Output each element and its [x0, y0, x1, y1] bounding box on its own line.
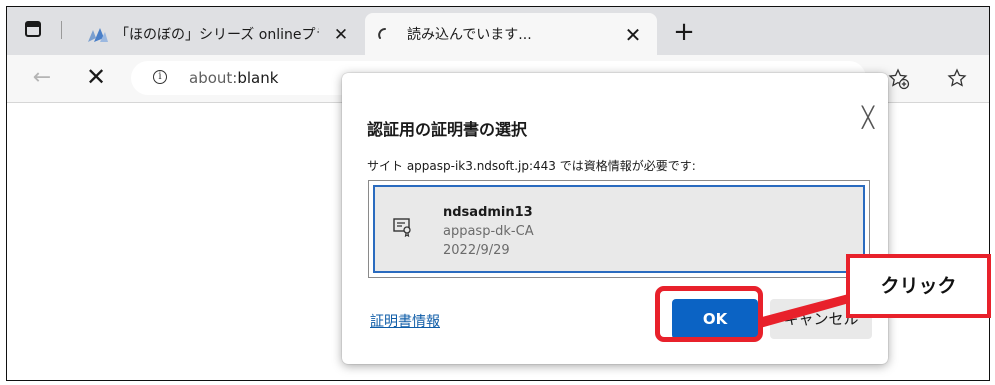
tab-label: 「ほのぼの」シリーズ onlineプラットフォ	[115, 27, 319, 43]
certificate-icon	[393, 218, 411, 237]
browser-window: 「ほのぼの」シリーズ onlineプラットフォ ✕ 読み込んでいます... ✕ …	[6, 6, 990, 381]
new-tab-button[interactable]: +	[671, 19, 697, 45]
url-text[interactable]: about:blank	[189, 61, 278, 95]
honobono-logo-icon	[88, 28, 108, 42]
tab-honobono[interactable]: 「ほのぼの」シリーズ onlineプラットフォ ✕	[77, 17, 361, 53]
tab-label: 読み込んでいます...	[407, 27, 532, 43]
url-scheme: about:	[189, 69, 238, 87]
ok-highlight-box	[655, 286, 763, 342]
click-callout: クリック	[846, 254, 991, 318]
favorites-icon[interactable]	[947, 68, 969, 90]
dialog-title: 認証用の証明書の選択	[367, 120, 528, 139]
dialog-close-icon[interactable]: ╳	[856, 107, 880, 131]
tab-loading[interactable]: 読み込んでいます... ✕	[365, 13, 657, 55]
stop-loading-button[interactable]: ✕	[85, 65, 107, 89]
tab-divider	[61, 21, 62, 39]
back-button[interactable]: ←	[31, 67, 53, 89]
certificate-name: ndsadmin13	[443, 205, 533, 220]
certificate-date: 2022/9/29	[443, 243, 510, 258]
add-favorite-icon[interactable]	[888, 68, 910, 90]
site-info-icon[interactable]: i	[153, 70, 167, 84]
tab-actions-icon[interactable]	[25, 21, 41, 37]
certificate-info-link[interactable]: 証明書情報	[370, 311, 440, 331]
dialog-subtitle: サイト appasp-ik3.ndsoft.jp:443 では資格情報が必要です…	[367, 159, 696, 173]
certificate-item[interactable]: ndsadmin13 appasp-dk-CA 2022/9/29	[373, 185, 865, 273]
url-path: blank	[237, 69, 279, 87]
tab-strip: 「ほのぼの」シリーズ onlineプラットフォ ✕ 読み込んでいます... ✕ …	[7, 7, 989, 55]
certificate-list: ndsadmin13 appasp-dk-CA 2022/9/29	[368, 180, 870, 278]
certificate-issuer: appasp-dk-CA	[443, 224, 534, 239]
tab-close-icon[interactable]: ✕	[621, 23, 645, 47]
tab-close-icon[interactable]: ✕	[329, 23, 353, 47]
loading-spinner-icon	[378, 28, 386, 39]
certificate-dialog: 認証用の証明書の選択 ╳ サイト appasp-ik3.ndsoft.jp:44…	[342, 73, 888, 364]
